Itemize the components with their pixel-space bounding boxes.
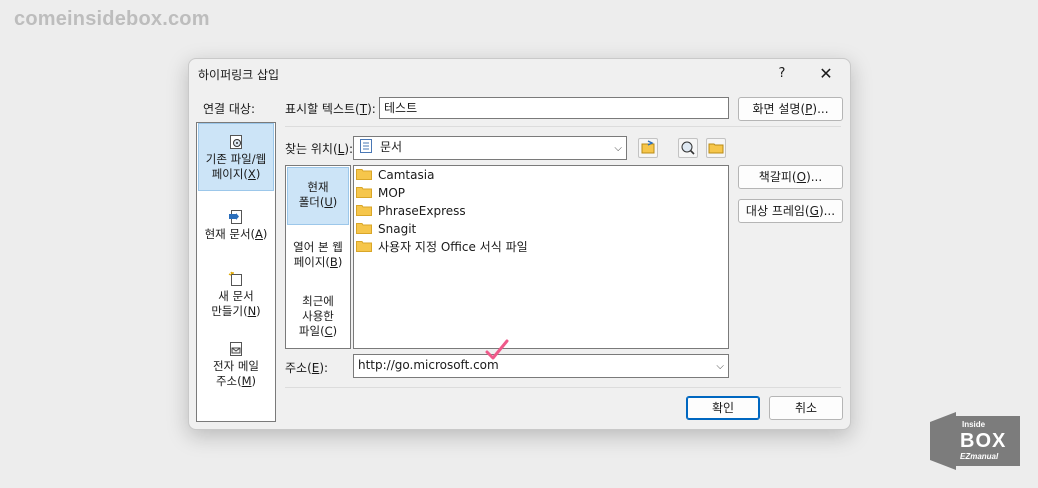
list-item[interactable]: Camtasia xyxy=(356,166,434,184)
browse-file-button[interactable] xyxy=(678,138,698,158)
link-to-email-address[interactable]: 전자 메일 주소(M) xyxy=(198,341,274,389)
link-to-item-line1: 기존 파일/웹 xyxy=(205,152,267,166)
help-button[interactable]: ? xyxy=(771,63,793,85)
link-to-existing-file-web-page[interactable]: 기존 파일/웹 페이지(X) xyxy=(198,123,274,191)
place-line1: 열어 본 웹 xyxy=(293,240,343,254)
link-to-label: 연결 대상: xyxy=(203,102,256,116)
list-item[interactable]: 사용자 지정 Office 서식 파일 xyxy=(356,238,528,256)
address-label: 주소(E): xyxy=(285,361,329,375)
divider xyxy=(285,387,841,388)
open-folder-button[interactable] xyxy=(706,138,726,158)
link-to-item-line1: 새 문서 xyxy=(218,289,254,303)
email-icon xyxy=(230,342,242,356)
place-line2: 폴더(U) xyxy=(298,195,338,209)
look-in-combo[interactable]: 문서 ⌵ xyxy=(353,136,627,160)
place-line1: 현재 xyxy=(307,180,329,194)
link-to-item-line2: 만들기(N) xyxy=(211,304,261,318)
place-browsed-pages[interactable]: 열어 본 웹 페이지(B) xyxy=(287,240,349,270)
logo-line1: Inside xyxy=(962,420,986,429)
logo-line2: BOX xyxy=(960,430,1007,452)
list-item[interactable]: Snagit xyxy=(356,220,416,238)
folder-icon xyxy=(356,241,372,252)
ok-button[interactable]: 확인 xyxy=(686,396,760,420)
site-watermark: comeinsidebox.com xyxy=(14,8,210,30)
target-frame-button[interactable]: 대상 프레임(G)... xyxy=(738,199,843,223)
link-to-nav: 기존 파일/웹 페이지(X) 현재 문서(A) 새 문서 만들기(N) 전자 메… xyxy=(196,122,276,422)
browse-web-icon xyxy=(641,140,655,154)
link-to-item-line1: 현재 문서(A) xyxy=(204,227,268,241)
places-bar: 현재 폴더(U) 열어 본 웹 페이지(B) 최근에 사용한 파일(C) xyxy=(285,165,351,349)
folder-icon xyxy=(356,205,372,216)
link-to-item-line2: 주소(M) xyxy=(215,374,257,388)
place-recent-files[interactable]: 최근에 사용한 파일(C) xyxy=(287,294,349,339)
link-to-item-line2: 페이지(X) xyxy=(211,167,261,181)
bookmark-button[interactable]: 책갈피(O)... xyxy=(738,165,843,189)
chevron-down-icon: ⌵ xyxy=(716,361,724,372)
look-in-label: 찾는 위치(L): xyxy=(285,142,354,156)
cancel-button[interactable]: 취소 xyxy=(769,396,843,420)
file-list: Camtasia MOP PhraseExpress Snagit 사용자 지정… xyxy=(353,165,729,349)
place-current-folder[interactable]: 현재 폴더(U) xyxy=(287,167,349,225)
place-line2: 사용한 xyxy=(302,309,334,323)
place-line1: 최근에 xyxy=(302,294,334,308)
web-page-icon xyxy=(230,135,242,149)
browse-web-button[interactable] xyxy=(638,138,658,158)
place-line3: 파일(C) xyxy=(298,324,338,338)
documents-icon xyxy=(360,139,372,153)
folder-icon xyxy=(356,169,372,180)
document-place-icon xyxy=(229,210,242,224)
list-item[interactable]: PhraseExpress xyxy=(356,202,466,220)
close-button[interactable]: ✕ xyxy=(814,63,838,85)
divider xyxy=(285,126,841,127)
list-item[interactable]: MOP xyxy=(356,184,405,202)
checkmark-annotation-icon xyxy=(485,339,509,360)
folder-icon xyxy=(356,187,372,198)
dialog-title: 하이퍼링크 삽입 xyxy=(198,68,280,82)
folder-open-icon xyxy=(708,143,724,154)
address-value: http://go.microsoft.com xyxy=(358,358,499,372)
title-bar: 하이퍼링크 삽입 ? ✕ xyxy=(189,59,850,89)
address-combo[interactable]: http://go.microsoft.com ⌵ xyxy=(353,354,729,378)
search-web-icon xyxy=(681,141,695,155)
text-to-display-input[interactable]: 테스트 xyxy=(379,97,729,119)
link-to-place-in-document[interactable]: 현재 문서(A) xyxy=(198,209,274,242)
link-to-create-new-document[interactable]: 새 문서 만들기(N) xyxy=(198,271,274,319)
folder-icon xyxy=(356,223,372,234)
new-document-icon xyxy=(228,271,242,286)
insidebox-logo: Inside BOX EZmanual xyxy=(930,412,1020,470)
screentip-button[interactable]: 화면 설명(P)... xyxy=(738,97,843,121)
chevron-down-icon: ⌵ xyxy=(614,143,622,154)
insert-hyperlink-dialog: 하이퍼링크 삽입 ? ✕ 연결 대상: 기존 파일/웹 페이지(X) 현재 문서… xyxy=(188,58,851,430)
link-to-item-line1: 전자 메일 xyxy=(213,359,259,373)
logo-line3: EZmanual xyxy=(960,452,999,461)
place-line2: 페이지(B) xyxy=(293,255,343,269)
look-in-value: 문서 xyxy=(380,140,403,154)
text-to-display-label: 표시할 텍스트(T): xyxy=(285,102,376,116)
